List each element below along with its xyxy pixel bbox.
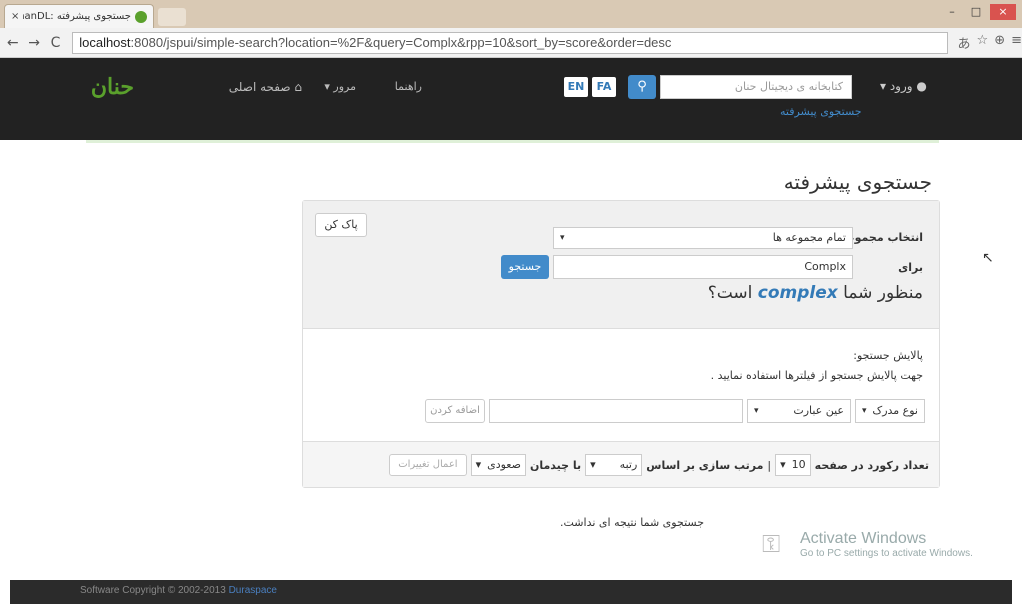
search-icon: ⚲	[637, 79, 647, 94]
collection-select[interactable]: تمام مجموعه ها ▾	[553, 227, 853, 249]
order-select[interactable]: صعودی ▾	[470, 454, 526, 476]
forward-icon[interactable]: →	[25, 35, 42, 51]
add-filter-button[interactable]: اضافه کردن	[425, 399, 485, 423]
filter-field-select[interactable]: نوع مدرک ▾	[855, 399, 925, 423]
filter-title: پالایش جستجو:	[853, 349, 923, 362]
close-window-button[interactable]: ×	[990, 4, 1016, 20]
site-search-input[interactable]: کتابخانه ی دیجیتال حنان	[660, 75, 852, 99]
chevron-down-icon: ▾	[780, 458, 786, 471]
window-controls: – □ ×	[942, 4, 1016, 20]
filter-operator-select[interactable]: عین عبارت ▾	[747, 399, 851, 423]
did-you-mean-term[interactable]: complex	[758, 283, 838, 303]
minimize-button[interactable]: –	[942, 4, 962, 20]
browser-titlebar: جستجوی پیشرفته :HannanDL × – □ ×	[0, 0, 1022, 28]
chevron-down-icon: ▾	[590, 458, 596, 471]
did-you-mean: منظور شما complex است؟	[708, 283, 923, 303]
search-form: انتخاب مجموعه تمام مجموعه ها ▾ برای Comp…	[303, 201, 939, 329]
translate-icon[interactable]: あ	[958, 33, 971, 52]
advanced-search-link[interactable]: جستجوی پیشرفته	[780, 105, 862, 118]
lang-en-button[interactable]: EN	[564, 77, 588, 97]
reload-icon[interactable]: C	[47, 35, 64, 51]
lang-fa-button[interactable]: FA	[592, 77, 616, 97]
maximize-button[interactable]: □	[966, 4, 986, 20]
collection-value: تمام مجموعه ها	[772, 231, 846, 244]
tab-close-icon[interactable]: ×	[11, 11, 19, 22]
separator: |	[767, 458, 772, 472]
order-label: با چیدمان	[529, 458, 582, 472]
search-button[interactable]: جستجو	[501, 255, 549, 279]
results-settings-row: تعداد رکورد در صفحه 10 ▾ | مرتب سازی بر ا…	[389, 454, 929, 476]
url-host: localhost	[79, 35, 131, 50]
nav-home-label: صفحه اصلی	[228, 80, 291, 94]
no-result-message: جستجوی شما نتیجه ای نداشت.	[560, 516, 705, 529]
site-logo[interactable]: حنان	[91, 74, 134, 100]
navbar-accent-line	[86, 140, 939, 143]
login-label: ورود ▾	[880, 79, 913, 93]
nav-browse-dropdown[interactable]: مرور ▾	[324, 80, 356, 93]
results-settings: تعداد رکورد در صفحه 10 ▾ | مرتب سازی بر ا…	[303, 441, 939, 487]
back-icon[interactable]: ←	[4, 35, 21, 51]
address-bar: ← → C localhost:8080/jspui/simple-search…	[0, 28, 1022, 58]
did-you-mean-prefix: منظور شما	[843, 283, 923, 303]
login-dropdown[interactable]: ● ورود ▾	[880, 79, 927, 93]
footer-text: Software Copyright © 2002-2013	[80, 585, 226, 596]
site-navbar: حنان ⌂ صفحه اصلی مرور ▾ راهنما EN FA ⚲ ک…	[0, 58, 1022, 140]
key-icon: ⚿	[762, 530, 781, 558]
url-path: :8080/jspui/simple-search?location=%2F&q…	[130, 35, 672, 50]
new-tab-button[interactable]	[158, 8, 186, 26]
browser-tab[interactable]: جستجوی پیشرفته :HannanDL ×	[4, 4, 154, 28]
page-title: جستجوی پیشرفته	[783, 170, 932, 194]
star-icon[interactable]: ☆	[977, 33, 989, 52]
activate-windows-watermark: ⚿ Activate Windows Go to PC settings to …	[762, 530, 973, 559]
watermark-title: Activate Windows	[800, 530, 927, 547]
search-submit-button[interactable]: ⚲	[628, 75, 656, 99]
filter-operator-value: عین عبارت	[793, 404, 844, 417]
site-footer: Software Copyright © 2002-2013 Duraspace	[10, 580, 1012, 604]
browser-toolbar-icons: あ ☆ ⊕ ≡	[958, 33, 1022, 52]
rpp-select[interactable]: 10 ▾	[775, 454, 811, 476]
chevron-down-icon: ▾	[754, 406, 759, 416]
for-label: برای	[898, 261, 923, 274]
mouse-cursor-icon: ↖	[982, 250, 994, 266]
sort-value: رتبه	[619, 458, 638, 471]
menu-icon[interactable]: ≡	[1011, 33, 1022, 52]
clear-button[interactable]: پاک کن	[315, 213, 367, 237]
url-field[interactable]: localhost:8080/jspui/simple-search?locat…	[72, 31, 948, 54]
tab-title: جستجوی پیشرفته :HannanDL	[23, 11, 131, 22]
chevron-down-icon: ▾	[475, 458, 482, 471]
order-value: صعودی	[487, 458, 521, 471]
favicon-icon	[135, 10, 147, 23]
filter-value-input[interactable]	[489, 399, 743, 423]
watermark-subtitle: Go to PC settings to activate Windows.	[800, 548, 973, 559]
nav-guide-link[interactable]: راهنما	[395, 80, 422, 93]
globe-icon[interactable]: ⊕	[994, 33, 1005, 52]
search-panel: انتخاب مجموعه تمام مجموعه ها ▾ برای Comp…	[302, 200, 940, 488]
home-icon: ⌂	[294, 80, 302, 94]
user-icon: ●	[916, 79, 927, 93]
apply-changes-button[interactable]: اعمال تغییرات	[389, 454, 467, 476]
sort-label: مرتب سازی بر اساس	[646, 458, 764, 472]
sort-select[interactable]: رتبه ▾	[585, 454, 643, 476]
chevron-down-icon: ▾	[560, 233, 565, 243]
rpp-label: تعداد رکورد در صفحه	[814, 458, 929, 472]
footer-brand-link[interactable]: Duraspace	[229, 585, 277, 596]
did-you-mean-suffix: است؟	[707, 283, 753, 303]
chevron-down-icon: ▾	[862, 406, 867, 416]
filter-field-value: نوع مدرک	[872, 404, 918, 417]
nav-home-link[interactable]: ⌂ صفحه اصلی	[229, 80, 302, 94]
rpp-value: 10	[791, 458, 806, 471]
filter-help: جهت پالایش جستجو از فیلترها استفاده نمای…	[710, 369, 923, 382]
query-input[interactable]: Complx	[553, 255, 853, 279]
